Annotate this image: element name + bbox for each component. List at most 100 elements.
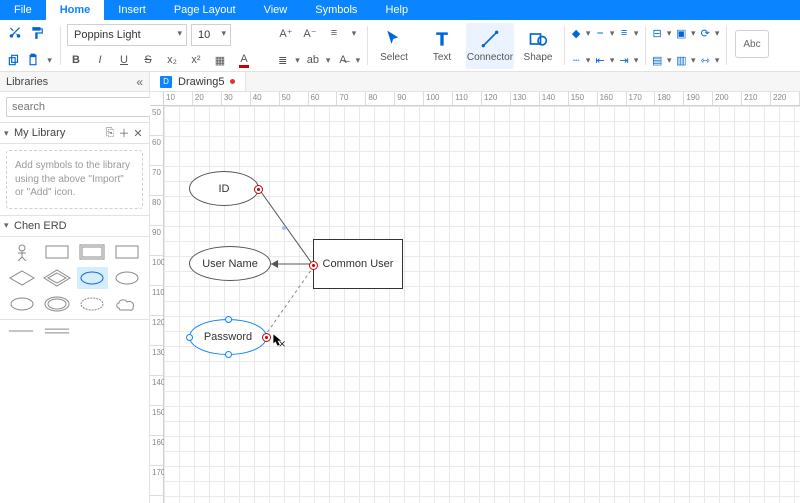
tab-drawing5[interactable]: D Drawing5 [150,72,246,91]
font-family-dropdown[interactable]: Poppins Light [67,24,187,46]
add-library-icon[interactable]: ＋ [117,126,131,140]
stencil-cloud[interactable] [112,293,143,315]
port-icon[interactable] [309,261,318,270]
line-color-dropdown[interactable] [609,24,615,42]
import-library-icon[interactable]: ⎘ [103,126,117,140]
cut-icon[interactable] [6,24,24,42]
line-weight-icon[interactable]: ≡ [619,24,629,42]
stencil-line-solid[interactable] [6,324,36,338]
group-icon[interactable]: ▣ [676,24,686,42]
arrow-end-icon[interactable]: ⇥ [619,51,629,69]
subscript-icon[interactable]: x₂ [163,51,181,69]
line-dash-icon[interactable]: ┄ [571,51,581,69]
shape-tool[interactable]: Shape [514,23,562,69]
arrow-begin-dropdown[interactable] [609,51,615,69]
attribute-username[interactable]: User Name [189,246,271,281]
arrow-begin-icon[interactable]: ⇤ [595,51,605,69]
align-icon[interactable]: ⊟ [652,24,662,42]
weight-dropdown[interactable] [633,24,639,42]
ruler-corner [150,92,164,106]
bring-front-icon[interactable]: ▤ [652,51,662,69]
connector-tool[interactable]: Connector [466,23,514,69]
my-library-header[interactable]: ▾ My Library ⎘ ＋ ✕ [0,122,149,144]
back-dropdown[interactable] [690,51,696,69]
port-icon[interactable] [254,185,263,194]
line-color-icon[interactable]: ⎯ [595,24,605,42]
line-spacing-icon[interactable]: ≡ [325,24,343,42]
bullet-dropdown[interactable] [294,51,300,69]
search-input[interactable] [6,97,160,117]
font-size-dropdown[interactable]: 10 [191,24,231,46]
grow-font-icon[interactable]: A⁺ [277,24,295,42]
dash-dropdown[interactable] [585,51,591,69]
rotate-icon[interactable]: ⟳ [700,24,710,42]
canvas[interactable]: ID User Name Common User Password [164,106,800,503]
line-spacing-dropdown[interactable] [349,24,359,42]
text-tool[interactable]: Text [418,23,466,69]
ruler-tick: 110 [453,92,482,105]
menu-home[interactable]: Home [46,0,105,20]
stencil-attribute3[interactable] [6,293,37,315]
distribute-dropdown[interactable] [714,51,720,69]
selection-handle[interactable] [225,316,232,323]
stencil-derived[interactable] [77,293,108,315]
clear-dropdown[interactable] [355,51,361,69]
attribute-password[interactable]: Password [189,319,267,355]
menu-page-layout[interactable]: Page Layout [160,0,250,20]
paste-dropdown[interactable] [45,51,54,69]
port-icon[interactable] [262,333,271,342]
distribute-icon[interactable]: ⇿ [700,51,710,69]
attribute-id[interactable]: ID [189,171,259,206]
stencil-line-double[interactable] [42,324,72,338]
case-dropdown[interactable] [325,51,331,69]
italic-icon[interactable]: I [91,51,109,69]
menu-view[interactable]: View [250,0,302,20]
selection-handle[interactable] [186,334,193,341]
entity-common-user[interactable]: Common User [313,239,403,289]
collapse-sidebar-icon[interactable]: « [136,75,143,89]
bullet-list-icon[interactable]: ≣ [277,51,288,69]
select-tool-label: Select [380,52,408,63]
format-painter-icon[interactable] [28,24,46,42]
align-dropdown[interactable] [666,24,672,42]
clear-formatting-icon[interactable]: A̶ [337,51,348,69]
chen-erd-header[interactable]: ▾ Chen ERD [0,215,149,237]
stencil-attribute2[interactable] [112,267,143,289]
rotate-dropdown[interactable] [714,24,720,42]
paste-icon[interactable] [26,51,42,69]
superscript-icon[interactable]: x² [187,51,205,69]
copy-icon[interactable] [6,51,22,69]
bold-icon[interactable]: B [67,51,85,69]
ruler-tick: 50 [280,92,309,105]
change-case-icon[interactable]: ab [307,51,319,69]
stencil-entity[interactable] [41,241,72,263]
text-style-sample[interactable]: Abc [735,30,769,58]
fill-color-icon[interactable]: ◆ [571,24,581,42]
menu-insert[interactable]: Insert [104,0,160,20]
stencil-attribute[interactable] [77,267,108,289]
menu-file[interactable]: File [0,0,46,20]
stencil-weak-entity[interactable] [77,241,108,263]
stencil-relationship[interactable] [6,267,37,289]
selection-handle[interactable] [225,351,232,358]
strikethrough-icon[interactable]: S [139,51,157,69]
stencil-entity2[interactable] [112,241,143,263]
underline-icon[interactable]: U [115,51,133,69]
group-dropdown[interactable] [690,24,696,42]
stencil-multivalued[interactable] [41,293,72,315]
close-library-icon[interactable]: ✕ [131,126,145,140]
fill-dropdown[interactable] [585,24,591,42]
arrow-end-dropdown[interactable] [633,51,639,69]
sidebar: Libraries « ▾ My Library ⎘ ＋ ✕ Add symbo… [0,72,150,503]
shrink-font-icon[interactable]: A⁻ [301,24,319,42]
stencil-actor[interactable] [6,241,37,263]
select-tool[interactable]: Select [370,23,418,69]
shape-tool-label: Shape [524,52,553,63]
font-color-icon[interactable]: A [235,51,253,69]
front-dropdown[interactable] [666,51,672,69]
menu-help[interactable]: Help [371,0,422,20]
menu-symbols[interactable]: Symbols [301,0,371,20]
stencil-weak-relationship[interactable] [41,267,72,289]
highlight-icon[interactable]: ▦ [211,51,229,69]
send-back-icon[interactable]: ▥ [676,51,686,69]
